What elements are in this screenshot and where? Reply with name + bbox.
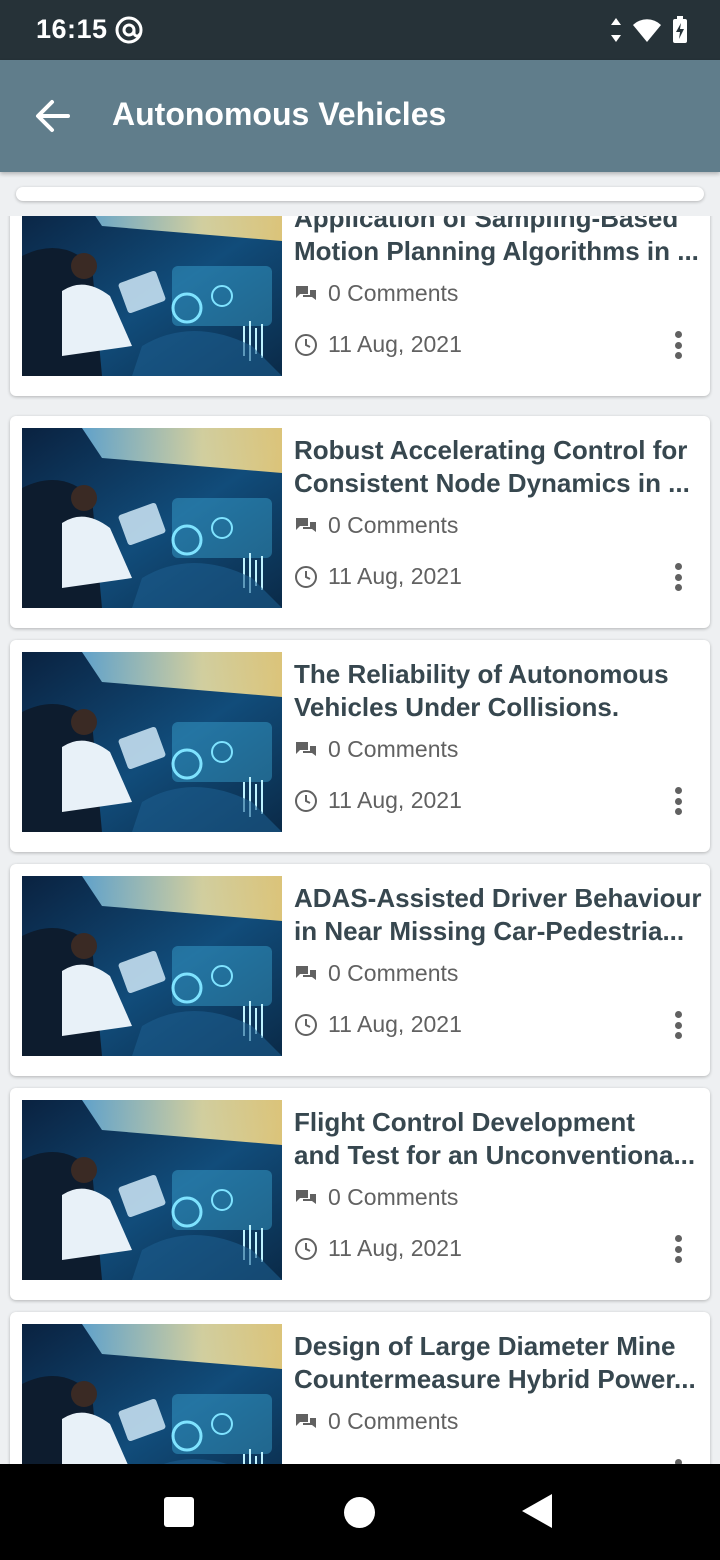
article-date: 11 Aug, 2021 xyxy=(294,1011,462,1038)
comments-icon xyxy=(296,517,316,532)
back-arrow-icon[interactable] xyxy=(32,96,80,136)
clock-icon xyxy=(295,565,317,588)
comments-icon xyxy=(296,285,316,300)
clock-icon xyxy=(295,1013,317,1036)
comments-count: 0 Comments xyxy=(294,960,458,987)
comments-icon xyxy=(296,741,316,756)
system-back-button[interactable] xyxy=(522,1494,552,1528)
article-date: 11 Aug, 2021 xyxy=(294,331,462,358)
clock-icon xyxy=(295,333,317,356)
comments-icon xyxy=(296,965,316,980)
data-arrows-icon xyxy=(610,17,622,48)
comments-icon xyxy=(296,1413,316,1428)
clock-icon xyxy=(295,789,317,812)
comments-count: 0 Comments xyxy=(294,280,458,307)
comments-icon xyxy=(296,1189,316,1204)
content-area[interactable]: Application of Sampling-Based Motion Pla… xyxy=(0,172,720,1464)
battery-charging-icon xyxy=(672,16,688,49)
article-thumbnail xyxy=(22,1100,282,1280)
article-title[interactable]: Design of Large Diameter Mine Countermea… xyxy=(294,1330,706,1396)
article-thumbnail xyxy=(22,1324,282,1464)
article-title[interactable]: The Reliability of Autonomous Vehicles U… xyxy=(294,658,706,724)
article-card[interactable]: ADAS-Assisted Driver Behaviour in Near M… xyxy=(10,864,710,1076)
app-bar: Autonomous Vehicles xyxy=(0,60,720,172)
clock-icon xyxy=(295,1237,317,1260)
article-thumbnail xyxy=(22,216,282,376)
article-card[interactable]: The Reliability of Autonomous Vehicles U… xyxy=(10,640,710,852)
article-thumbnail xyxy=(22,652,282,832)
recent-apps-button[interactable] xyxy=(164,1497,194,1527)
more-options-icon[interactable] xyxy=(666,1231,690,1267)
article-title[interactable]: Application of Sampling-Based Motion Pla… xyxy=(294,216,706,268)
status-bar: 16:15 xyxy=(0,0,720,60)
more-options-icon[interactable] xyxy=(666,1455,690,1464)
article-title[interactable]: Flight Control Development and Test for … xyxy=(294,1106,706,1172)
comments-count: 0 Comments xyxy=(294,1184,458,1211)
home-button[interactable] xyxy=(344,1497,375,1528)
article-card[interactable]: Flight Control Development and Test for … xyxy=(10,1088,710,1300)
search-bar[interactable] xyxy=(16,187,704,201)
wifi-icon xyxy=(632,17,662,48)
article-title[interactable]: ADAS-Assisted Driver Behaviour in Near M… xyxy=(294,882,706,948)
article-date: 11 Aug, 2021 xyxy=(294,787,462,814)
article-thumbnail xyxy=(22,876,282,1056)
more-options-icon[interactable] xyxy=(666,327,690,363)
article-card[interactable]: Design of Large Diameter Mine Countermea… xyxy=(10,1312,710,1464)
article-card[interactable]: Application of Sampling-Based Motion Pla… xyxy=(10,216,710,396)
more-options-icon[interactable] xyxy=(666,783,690,819)
status-time: 16:15 xyxy=(36,14,108,44)
more-options-icon[interactable] xyxy=(666,559,690,595)
article-date: 11 Aug, 2021 xyxy=(294,1235,462,1262)
article-card[interactable]: Robust Accelerating Control for Consiste… xyxy=(10,416,710,628)
article-list[interactable]: Application of Sampling-Based Motion Pla… xyxy=(0,216,720,1464)
article-title[interactable]: Robust Accelerating Control for Consiste… xyxy=(294,434,706,500)
at-sign-icon xyxy=(114,15,144,50)
system-nav-bar xyxy=(0,1464,720,1560)
comments-count: 0 Comments xyxy=(294,1408,458,1435)
comments-count: 0 Comments xyxy=(294,512,458,539)
page-title: Autonomous Vehicles xyxy=(112,96,447,132)
article-thumbnail xyxy=(22,428,282,608)
more-options-icon[interactable] xyxy=(666,1007,690,1043)
comments-count: 0 Comments xyxy=(294,736,458,763)
article-date: 11 Aug, 2021 xyxy=(294,563,462,590)
